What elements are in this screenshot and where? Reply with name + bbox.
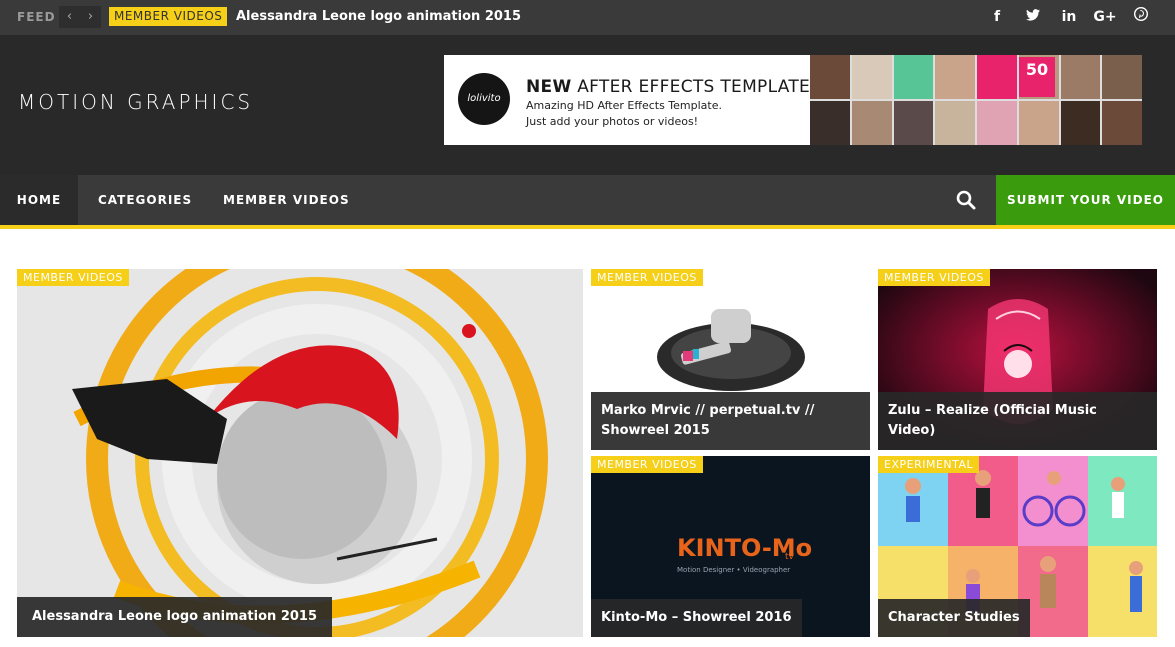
ad-photo-tile: [1102, 55, 1142, 99]
ad-brand-logo: lolivito: [458, 73, 510, 125]
chevron-left-icon[interactable]: ‹: [59, 6, 80, 28]
ad-photo-tile: [1018, 101, 1059, 145]
nav-home[interactable]: HOME: [0, 175, 78, 225]
ad-photo-tile: [977, 55, 1017, 99]
card-1-title[interactable]: Alessandra Leone logo animation 2015: [17, 597, 332, 637]
featured-card-4[interactable]: KINTO-Mo tv Motion Designer • Videograph…: [591, 456, 870, 637]
ad-headline: NEW AFTER EFFECTS TEMPLATE: [526, 77, 810, 97]
pinterest-icon[interactable]: [1129, 7, 1153, 27]
main-nav: HOME CATEGORIES MEMBER VIDEOS SUBMIT YOU…: [0, 175, 1175, 229]
card-1-category[interactable]: MEMBER VIDEOS: [17, 269, 129, 286]
social-links: f in G+: [985, 7, 1153, 27]
featured-card-5[interactable]: EXPERIMENTAL Character Studies: [878, 456, 1157, 637]
card-5-title[interactable]: Character Studies: [878, 599, 1030, 637]
card-2-category[interactable]: MEMBER VIDEOS: [591, 269, 703, 286]
google-plus-icon[interactable]: G+: [1093, 7, 1117, 27]
card-1-thumbnail: [17, 269, 583, 637]
ad-photo-tile: [810, 55, 850, 99]
ad-photo-tile: [851, 55, 892, 99]
nav-member-videos[interactable]: MEMBER VIDEOS: [223, 175, 350, 225]
card-3-title[interactable]: Zulu – Realize (Official Music Video): [878, 392, 1157, 450]
ad-photo-tile: [935, 101, 975, 145]
ad-line-2: Just add your photos or videos!: [526, 115, 699, 128]
site-header: MOTION GRAPHICS lolivito NEW AFTER EFFEC…: [0, 35, 1175, 175]
ad-photo-tile: [1102, 101, 1142, 145]
ad-50-badge: 50: [1019, 57, 1055, 97]
linkedin-icon[interactable]: in: [1057, 7, 1081, 27]
featured-card-2[interactable]: MEMBER VIDEOS Marko Mrvic // perpetual.t…: [591, 269, 870, 450]
ad-banner[interactable]: lolivito NEW AFTER EFFECTS TEMPLATE Amaz…: [444, 55, 1142, 145]
chevron-right-icon[interactable]: ›: [80, 6, 101, 28]
ad-line-1: Amazing HD After Effects Template.: [526, 99, 722, 112]
feed-label: FEED: [17, 10, 56, 24]
featured-card-1[interactable]: MEMBER VIDEOS Alessandra Leone logo anim…: [17, 269, 583, 637]
ad-photo-tile: [893, 101, 934, 145]
kinto-tagline: Motion Designer • Videographer: [677, 566, 791, 574]
facebook-icon[interactable]: f: [985, 7, 1009, 27]
card-4-title[interactable]: Kinto-Mo – Showreel 2016: [591, 599, 802, 637]
card-2-title[interactable]: Marko Mrvic // perpetual.tv // Showreel …: [591, 392, 870, 450]
ad-photo-tile: [1060, 101, 1101, 145]
feed-category-badge[interactable]: MEMBER VIDEOS: [109, 7, 228, 26]
feed-arrows: ‹ ›: [59, 6, 101, 28]
ad-photo-tile: [810, 101, 850, 145]
feed-bar: FEED ‹ › MEMBER VIDEOS Alessandra Leone …: [0, 0, 1175, 35]
kinto-tv: tv: [785, 552, 794, 562]
ad-headline-rest: AFTER EFFECTS TEMPLATE: [571, 77, 811, 97]
submit-video-button[interactable]: SUBMIT YOUR VIDEO: [996, 175, 1175, 225]
ad-photo-tile: [1060, 55, 1101, 99]
ad-photo-tile: [851, 101, 892, 145]
site-logo[interactable]: MOTION GRAPHICS: [18, 90, 253, 114]
ad-photo-tiles: [810, 55, 1142, 145]
ad-headline-bold: NEW: [526, 77, 572, 97]
card-3-category[interactable]: MEMBER VIDEOS: [878, 269, 990, 286]
card-4-category[interactable]: MEMBER VIDEOS: [591, 456, 703, 473]
ad-photo-tile: [977, 101, 1017, 145]
card-5-category[interactable]: EXPERIMENTAL: [878, 456, 980, 473]
search-icon[interactable]: [955, 189, 977, 211]
featured-card-3[interactable]: MEMBER VIDEOS Zulu – Realize (Official M…: [878, 269, 1157, 450]
nav-categories[interactable]: CATEGORIES: [98, 175, 192, 225]
twitter-icon[interactable]: [1021, 7, 1045, 27]
ad-photo-tile: [893, 55, 934, 99]
feed-headline-link[interactable]: Alessandra Leone logo animation 2015: [236, 9, 521, 24]
ad-photo-tile: [935, 55, 975, 99]
